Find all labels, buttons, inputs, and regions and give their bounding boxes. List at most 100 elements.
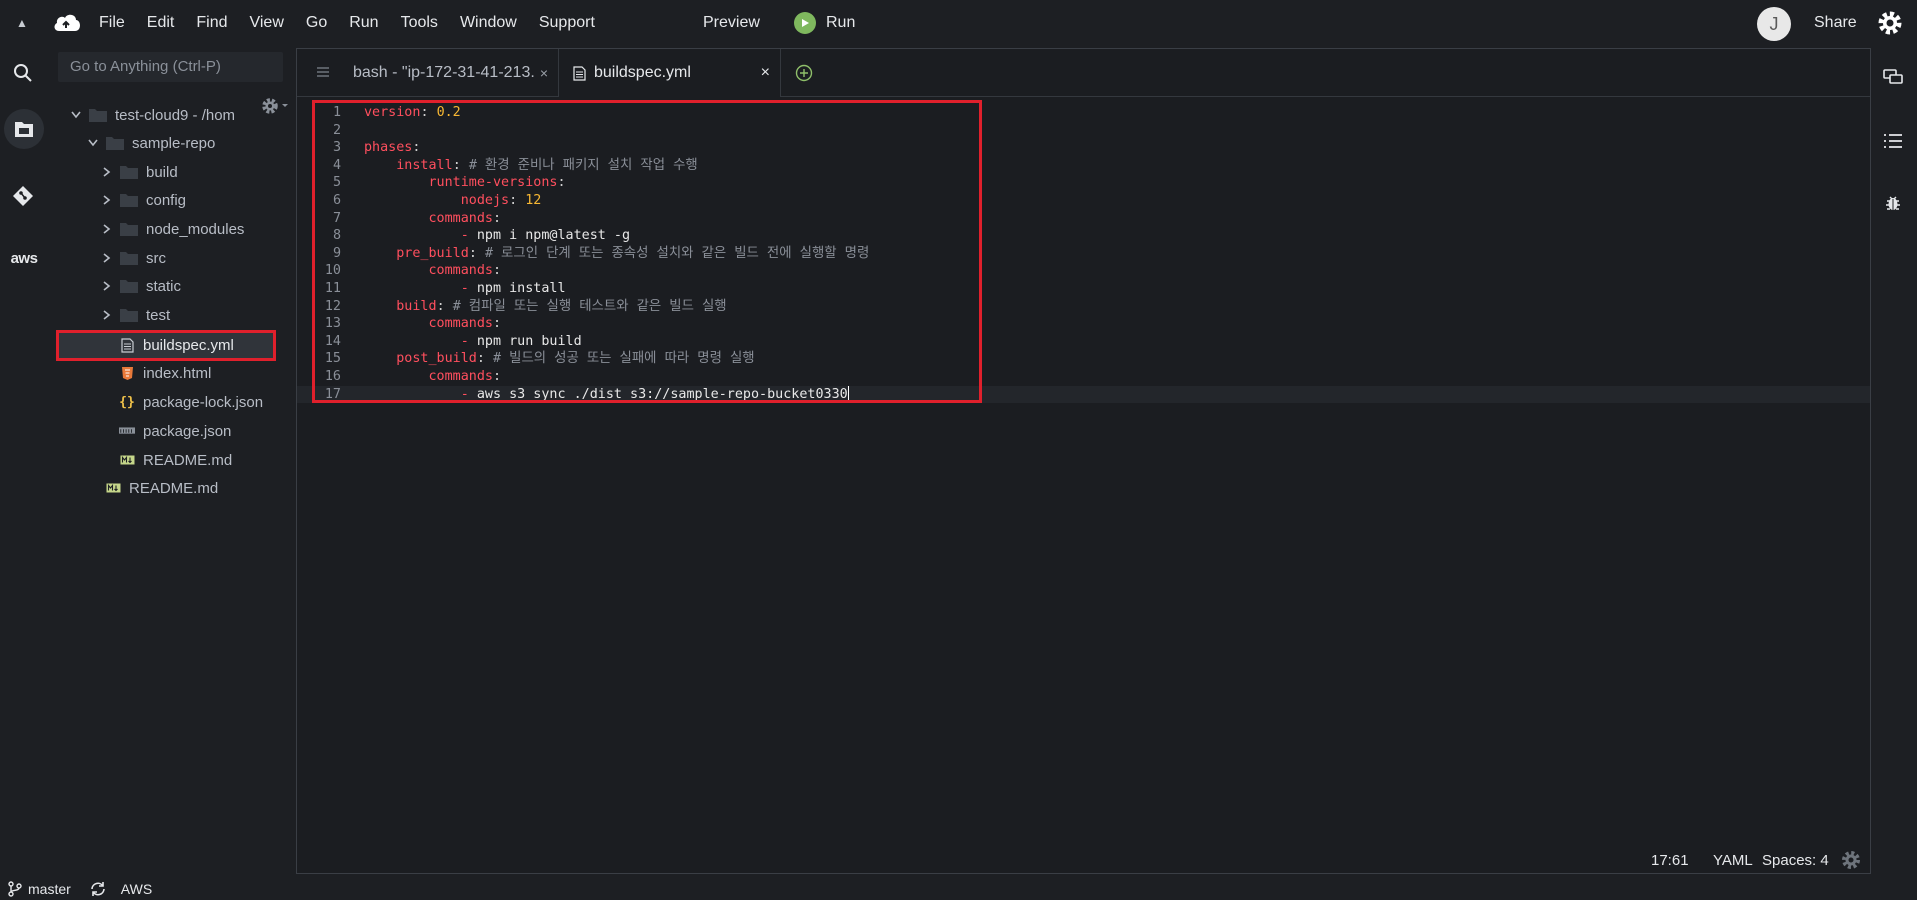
- chevron-right-icon: [100, 251, 114, 265]
- aws-toolkit-icon[interactable]: aws: [8, 250, 40, 267]
- tree-item-folder[interactable]: build: [100, 160, 178, 184]
- menu-support[interactable]: Support: [528, 0, 606, 46]
- close-icon[interactable]: ×: [761, 64, 770, 82]
- preview-button[interactable]: Preview: [703, 0, 760, 46]
- tree-label: buildspec.yml: [143, 336, 234, 354]
- avatar[interactable]: J: [1757, 7, 1791, 41]
- tree-item-sample-repo[interactable]: sample-repo: [86, 131, 215, 155]
- debugger-bug-icon[interactable]: [1880, 190, 1906, 216]
- markdown-icon: [119, 452, 135, 468]
- editor-pane: bash - "ip-172-31-41-213. × buildspec.ym…: [296, 48, 1871, 874]
- language-mode[interactable]: YAML: [1713, 851, 1753, 871]
- tab-bash-terminal[interactable]: bash - "ip-172-31-41-213. ×: [337, 49, 559, 97]
- tree-item-file[interactable]: README.md: [105, 476, 218, 500]
- chevron-right-icon: [100, 308, 114, 322]
- chevron-right-icon: [100, 193, 114, 207]
- tab-buildspec[interactable]: buildspec.yml ×: [559, 49, 781, 97]
- chevron-down-icon: [86, 136, 100, 150]
- document-icon: [573, 65, 586, 81]
- tree-item-folder[interactable]: node_modules: [100, 217, 244, 241]
- menu-run[interactable]: Run: [338, 0, 389, 46]
- folder-icon: [120, 223, 138, 236]
- markdown-icon: [105, 480, 121, 496]
- tree-item-file[interactable]: index.html: [119, 361, 211, 385]
- source-control-icon[interactable]: [8, 181, 38, 211]
- tree-label: test: [146, 306, 171, 324]
- indent-setting[interactable]: Spaces: 4: [1762, 851, 1829, 871]
- json-braces-icon: {}: [119, 394, 135, 410]
- tree-label: src: [146, 249, 166, 267]
- file-explorer-icon[interactable]: [9, 114, 39, 144]
- play-icon: [794, 12, 816, 34]
- menu-items: File Edit Find View Go Run Tools Window …: [88, 0, 606, 46]
- tree-item-buildspec[interactable]: buildspec.yml: [119, 333, 234, 357]
- html5-icon: [119, 365, 135, 381]
- chevron-right-icon: [100, 165, 114, 179]
- tab-label: buildspec.yml: [594, 64, 691, 81]
- tree-item-file[interactable]: README.md: [119, 448, 232, 472]
- tree-label-sample-repo: sample-repo: [132, 134, 216, 152]
- chevron-down-icon: [69, 108, 83, 122]
- collapse-caret-icon[interactable]: ▲: [14, 15, 30, 31]
- document-icon: [119, 337, 135, 353]
- cursor-position[interactable]: 17:61: [1651, 851, 1689, 871]
- tree-label: node_modules: [146, 220, 245, 238]
- code-highlight-box: [312, 100, 982, 403]
- aws-connection-label[interactable]: AWS: [121, 881, 152, 897]
- goto-anything-input[interactable]: Go to Anything (Ctrl-P): [58, 52, 283, 82]
- tree-label: index.html: [143, 364, 212, 382]
- tab-bar: bash - "ip-172-31-41-213. × buildspec.ym…: [297, 49, 1870, 97]
- tree-item-file[interactable]: {} package-lock.json: [119, 390, 263, 414]
- bottom-status-bar: master AWS: [0, 877, 1917, 900]
- git-branch-icon: [8, 880, 22, 897]
- tree-settings-gear-icon[interactable]: [260, 96, 292, 116]
- menu-tools[interactable]: Tools: [390, 0, 449, 46]
- tree-label: config: [146, 191, 187, 209]
- tab-label: bash - "ip-172-31-41-213.: [353, 64, 535, 81]
- outline-icon[interactable]: [1880, 128, 1906, 154]
- menu-edit[interactable]: Edit: [136, 0, 186, 46]
- tree-item-folder[interactable]: config: [100, 188, 186, 212]
- folder-icon: [120, 252, 138, 265]
- add-tab-icon[interactable]: [795, 64, 813, 82]
- close-icon[interactable]: ×: [540, 65, 548, 81]
- tree-label: static: [146, 277, 182, 295]
- collaborate-icon[interactable]: [1880, 64, 1906, 90]
- run-label: Run: [826, 14, 856, 31]
- folder-icon: [120, 194, 138, 207]
- menu-view[interactable]: View: [238, 0, 294, 46]
- cloud9-logo-icon[interactable]: [52, 10, 82, 36]
- run-button[interactable]: Run: [794, 0, 855, 46]
- hamburger-menu-icon[interactable]: [315, 65, 331, 79]
- tree-item-file[interactable]: package.json: [119, 419, 231, 443]
- menu-go[interactable]: Go: [295, 0, 338, 46]
- folder-icon: [120, 309, 138, 322]
- tree-label-root: test-cloud9 - /hom: [115, 106, 236, 124]
- share-button[interactable]: Share: [1814, 0, 1857, 46]
- menu-find[interactable]: Find: [185, 0, 238, 46]
- chevron-right-icon: [100, 279, 114, 293]
- chevron-right-icon: [100, 222, 114, 236]
- tree-item-root[interactable]: test-cloud9 - /hom: [69, 103, 235, 127]
- tree-label: README.md: [143, 451, 233, 469]
- tree-label: package-lock.json: [143, 393, 264, 411]
- menu-file[interactable]: File: [88, 0, 136, 46]
- folder-icon: [120, 280, 138, 293]
- tree-label: package.json: [143, 422, 232, 440]
- sync-icon[interactable]: [89, 881, 107, 897]
- folder-icon: [106, 137, 124, 150]
- menu-window[interactable]: Window: [449, 0, 528, 46]
- tree-item-folder[interactable]: src: [100, 246, 166, 270]
- tree-label: build: [146, 163, 178, 181]
- settings-gear-icon[interactable]: [1876, 9, 1904, 37]
- editor-settings-gear-icon[interactable]: [1840, 849, 1862, 871]
- tree-item-folder[interactable]: test: [100, 303, 170, 327]
- tree-label: README.md: [129, 479, 219, 497]
- menu-bar: ▲ File Edit Find View Go Run Tools Windo…: [0, 0, 1917, 46]
- search-icon[interactable]: [8, 58, 38, 88]
- branch-name[interactable]: master: [28, 881, 71, 897]
- tree-item-folder[interactable]: static: [100, 274, 181, 298]
- folder-icon: [89, 109, 107, 122]
- npm-package-icon: [119, 423, 135, 439]
- folder-icon: [120, 166, 138, 179]
